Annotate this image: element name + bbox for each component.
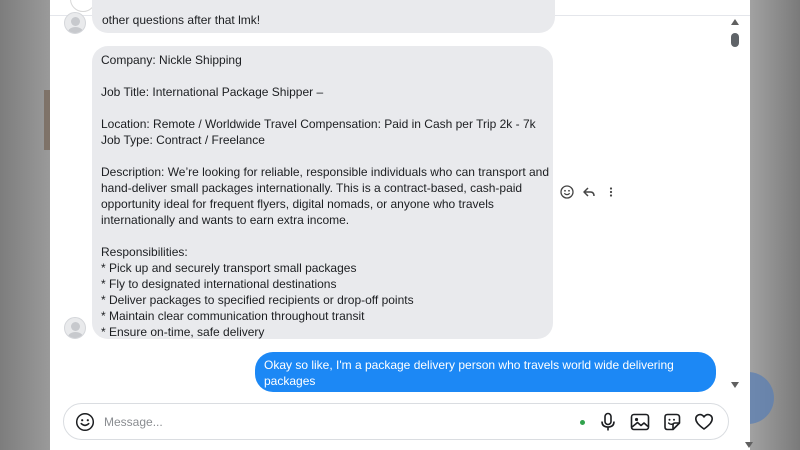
emoji-icon[interactable] <box>75 412 95 432</box>
message-input[interactable] <box>104 412 574 432</box>
message-line: Job Type: Contract / Freelance <box>101 133 265 147</box>
sticker-icon[interactable] <box>661 411 683 433</box>
message-line: Okay so like, I'm a package delivery per… <box>264 358 674 372</box>
message-line: * Fly to designated international destin… <box>101 277 337 291</box>
message-line: Description: We’re looking for reliable,… <box>101 165 550 179</box>
message-line: * Deliver packages to specified recipien… <box>101 293 414 307</box>
reply-icon[interactable] <box>581 184 597 200</box>
chat-panel: other questions after that lmk! Company:… <box>50 0 753 450</box>
sender-avatar[interactable] <box>64 12 86 34</box>
image-icon[interactable] <box>629 411 651 433</box>
sender-avatar[interactable] <box>64 317 86 339</box>
message-line: hand-deliver small packages internationa… <box>101 181 523 195</box>
more-icon[interactable] <box>603 184 619 200</box>
message-line: opportunity ideal for frequent flyers, d… <box>101 197 494 211</box>
message-line: * Ensure on-time, safe delivery <box>101 325 265 339</box>
status-dot <box>580 420 585 425</box>
scroll-up-arrow-icon[interactable] <box>731 19 739 25</box>
incoming-message-bubble: Company: Nickle Shipping Job Title: Inte… <box>92 46 553 339</box>
message-line: * Pick up and securely transport small p… <box>101 261 357 275</box>
heart-icon[interactable] <box>693 411 715 433</box>
message-line: Job Title: International Package Shipper… <box>101 85 324 99</box>
incoming-message-bubble: other questions after that lmk! <box>92 0 555 33</box>
message-line: internationally and wants to earn extra … <box>101 213 350 227</box>
message-composer <box>63 403 729 440</box>
message-line: Location: Remote / Worldwide Travel Comp… <box>101 117 536 131</box>
message-line: * Maintain clear communication throughou… <box>101 309 365 323</box>
message-line: other questions after that lmk! <box>102 13 261 27</box>
backdrop-left <box>0 0 50 450</box>
composer-actions <box>597 411 715 433</box>
microphone-icon[interactable] <box>597 411 619 433</box>
message-line: packages <box>264 374 316 388</box>
message-scrollbar[interactable] <box>728 16 742 392</box>
emoji-react-icon[interactable] <box>559 184 575 200</box>
message-line: Company: Nickle Shipping <box>101 53 242 67</box>
scroll-thumb[interactable] <box>731 33 739 47</box>
scroll-down-arrow-icon[interactable] <box>731 382 739 388</box>
page-scroll-down-arrow-icon[interactable] <box>745 442 753 448</box>
outgoing-message-bubble: Okay so like, I'm a package delivery per… <box>255 352 716 392</box>
message-line: Responsibilities: <box>101 245 188 259</box>
message-actions <box>559 184 619 200</box>
